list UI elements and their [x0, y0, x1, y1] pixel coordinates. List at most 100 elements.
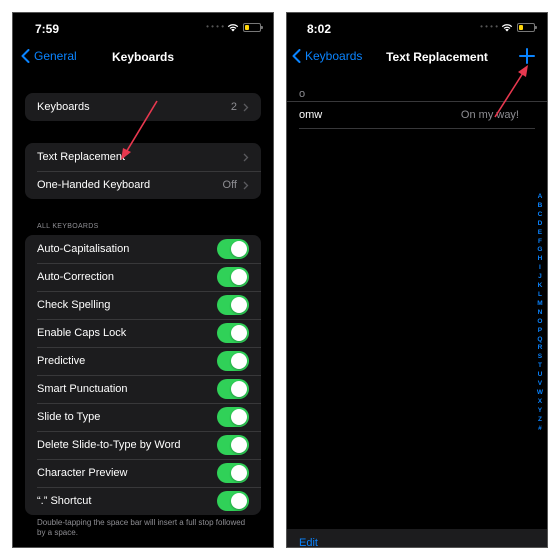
row-label: One-Handed Keyboard: [37, 179, 151, 191]
text-replacement-row[interactable]: Text Replacement: [25, 143, 261, 171]
character-preview-toggle[interactable]: [217, 463, 249, 483]
index-letter[interactable]: N: [538, 309, 543, 318]
status-icons: • • • •: [206, 22, 263, 32]
row-label: Text Replacement: [37, 151, 126, 163]
wifi-icon: [227, 24, 239, 32]
index-letter[interactable]: U: [538, 371, 543, 380]
alphabet-index-scrubber[interactable]: A B C D E F G H I J K L M N O P Q R S T U V W X Y Z #: [537, 193, 543, 433]
toggle-row-check-spelling: Check Spelling: [25, 291, 261, 319]
index-letter[interactable]: K: [538, 282, 543, 291]
index-letter[interactable]: R: [538, 344, 543, 353]
navigation-bar: Keyboards Text Replacement: [287, 43, 547, 71]
period-shortcut-footnote: Double-tapping the space bar will insert…: [37, 518, 246, 537]
index-letter[interactable]: A: [538, 193, 543, 202]
row-label: Delete Slide-to-Type by Word: [37, 439, 181, 451]
text-replacement-screen: 8:02 • • • • Keyboards Text Replacement …: [286, 12, 548, 548]
index-letter[interactable]: S: [538, 353, 542, 362]
text-replacement-entry[interactable]: omw On my way!: [287, 102, 547, 128]
section-index-header: o: [299, 88, 306, 100]
index-letter[interactable]: V: [538, 380, 542, 389]
phrase-text: On my way!: [460, 109, 519, 121]
divider: [299, 128, 535, 129]
smart-punctuation-toggle[interactable]: [217, 379, 249, 399]
cellular-signal-icon: • • • •: [480, 22, 498, 31]
back-label: General: [34, 49, 77, 63]
chevron-right-icon: [243, 153, 249, 161]
chevron-left-icon: [292, 49, 301, 63]
wifi-icon: [501, 24, 513, 32]
index-letter[interactable]: #: [538, 425, 542, 434]
index-letter[interactable]: G: [537, 246, 542, 255]
period-shortcut-toggle[interactable]: [217, 491, 249, 511]
status-time: 7:59: [35, 22, 60, 36]
all-keyboards-group: Auto-Capitalisation Auto-Correction Chec…: [25, 235, 261, 515]
chevron-right-icon: [243, 181, 249, 189]
index-letter[interactable]: E: [538, 229, 542, 238]
toggle-row-smart-punctuation: Smart Punctuation: [25, 375, 261, 403]
index-letter[interactable]: F: [538, 238, 542, 247]
index-letter[interactable]: P: [538, 327, 542, 336]
keyboards-count: 2: [230, 101, 237, 113]
index-letter[interactable]: O: [537, 318, 542, 327]
shortcut-text: omw: [299, 109, 323, 121]
battery-icon: [243, 22, 263, 32]
toggle-row-auto-capitalisation: Auto-Capitalisation: [25, 235, 261, 263]
enable-caps-lock-toggle[interactable]: [217, 323, 249, 343]
index-letter[interactable]: M: [537, 300, 542, 309]
row-label: Check Spelling: [37, 299, 111, 311]
slide-to-type-toggle[interactable]: [217, 407, 249, 427]
section-header-all-keyboards: ALL KEYBOARDS: [37, 223, 99, 230]
row-label: Character Preview: [37, 467, 128, 479]
row-label: Predictive: [37, 355, 86, 367]
toggle-row-auto-correction: Auto-Correction: [25, 263, 261, 291]
status-icons: • • • •: [480, 22, 537, 32]
toggle-row-slide-to-type: Slide to Type: [25, 403, 261, 431]
back-button-keyboards[interactable]: Keyboards: [292, 49, 362, 63]
text-options-group: Text Replacement One-Handed Keyboard Off: [25, 143, 261, 199]
index-letter[interactable]: D: [538, 220, 543, 229]
index-letter[interactable]: L: [538, 291, 542, 300]
index-letter[interactable]: X: [538, 398, 542, 407]
keyboards-row[interactable]: Keyboards 2: [25, 93, 261, 121]
index-letter[interactable]: H: [538, 255, 543, 264]
status-bar: 8:02 • • • •: [287, 13, 547, 43]
row-label: Keyboards: [37, 101, 90, 113]
back-button-general[interactable]: General: [21, 49, 77, 63]
one-handed-keyboard-row[interactable]: One-Handed Keyboard Off: [25, 171, 261, 199]
row-label: Slide to Type: [37, 411, 101, 423]
index-letter[interactable]: W: [537, 389, 543, 398]
row-label: Smart Punctuation: [37, 383, 128, 395]
index-letter[interactable]: Q: [537, 336, 542, 345]
row-label: “.” Shortcut: [37, 495, 92, 507]
auto-correction-toggle[interactable]: [217, 267, 249, 287]
one-handed-value: Off: [222, 179, 237, 191]
keyboards-group: Keyboards 2: [25, 93, 261, 121]
index-letter[interactable]: Y: [538, 407, 542, 416]
add-replacement-button[interactable]: [517, 46, 537, 66]
delete-slide-to-type-by-word-toggle[interactable]: [217, 435, 249, 455]
toggle-row-predictive: Predictive: [25, 347, 261, 375]
edit-button[interactable]: Edit: [299, 537, 318, 547]
index-letter[interactable]: J: [538, 273, 542, 282]
navigation-bar: General Keyboards: [13, 43, 273, 71]
check-spelling-toggle[interactable]: [217, 295, 249, 315]
bottom-toolbar: Edit: [287, 529, 547, 547]
index-letter[interactable]: I: [539, 264, 541, 273]
predictive-toggle[interactable]: [217, 351, 249, 371]
index-letter[interactable]: T: [538, 362, 542, 371]
index-letter[interactable]: Z: [538, 416, 542, 425]
auto-capitalisation-toggle[interactable]: [217, 239, 249, 259]
status-time: 8:02: [307, 22, 332, 36]
row-label: Enable Caps Lock: [37, 327, 127, 339]
status-bar: 7:59 • • • •: [13, 13, 273, 43]
chevron-left-icon: [21, 49, 30, 63]
index-letter[interactable]: B: [538, 202, 543, 211]
row-label: Auto-Capitalisation: [37, 243, 130, 255]
keyboards-settings-screen: 7:59 • • • • General Keyboards Keyboards…: [12, 12, 274, 548]
back-label: Keyboards: [305, 49, 363, 63]
toggle-row-delete-slide-to-type-by-word: Delete Slide-to-Type by Word: [25, 431, 261, 459]
chevron-right-icon: [243, 103, 249, 111]
cellular-signal-icon: • • • •: [206, 22, 224, 31]
battery-icon: [517, 22, 537, 32]
index-letter[interactable]: C: [538, 211, 543, 220]
